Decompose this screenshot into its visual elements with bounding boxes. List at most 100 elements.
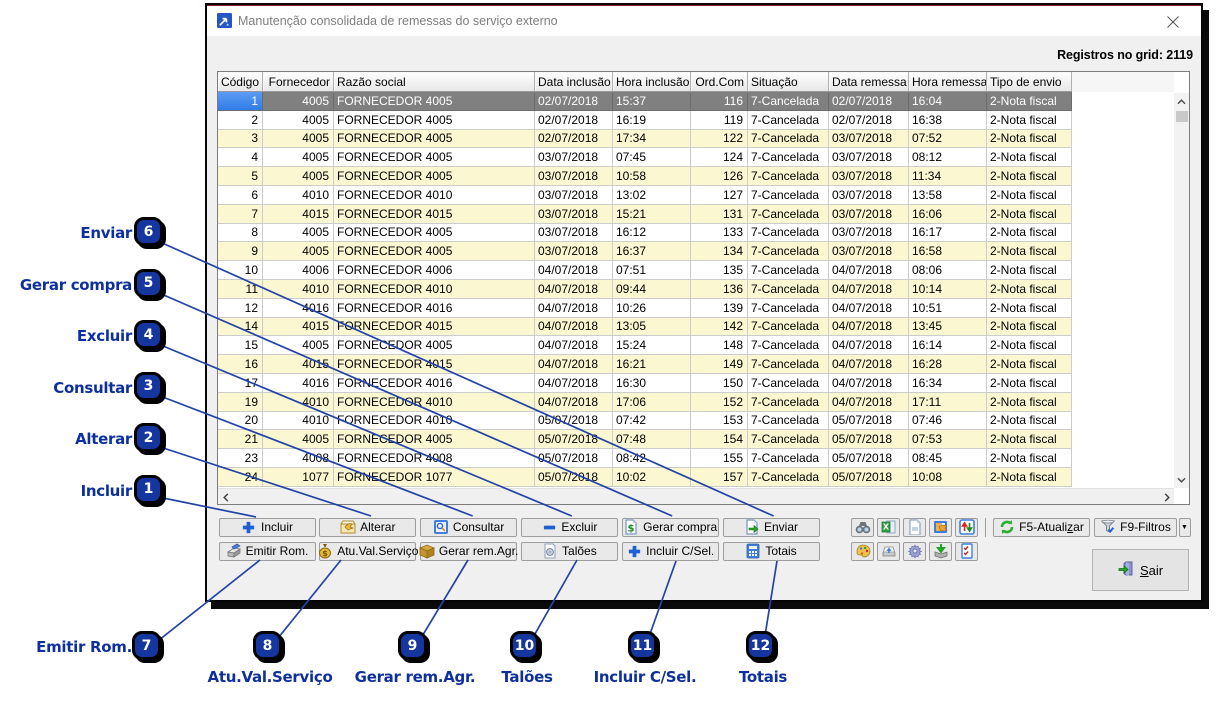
filters-dropdown-button[interactable]: ▼ xyxy=(1179,518,1191,537)
table-row[interactable]: 234008FORNECEDOR 400805/07/201808:421557… xyxy=(218,449,1174,468)
cell: FORNECEDOR 4005 xyxy=(334,92,535,111)
column-header-4[interactable]: Data inclusão xyxy=(535,72,613,92)
cell: 05/07/2018 xyxy=(829,430,909,449)
exit-button[interactable]: Sair xyxy=(1092,549,1189,591)
cell: 2-Nota fiscal xyxy=(987,148,1072,167)
cell: 2-Nota fiscal xyxy=(987,318,1072,337)
toolbar-button-checklist[interactable] xyxy=(955,542,978,561)
button-gerar-compra[interactable]: $Gerar compra xyxy=(622,518,719,537)
button-consultar[interactable]: Consultar xyxy=(420,518,517,537)
toolbar-button-import[interactable] xyxy=(929,542,952,561)
close-button[interactable] xyxy=(1162,11,1184,33)
table-row[interactable]: 24005FORNECEDOR 400502/07/201816:191197-… xyxy=(218,111,1174,130)
button-incluir-c-sel-[interactable]: Incluir C/Sel. xyxy=(622,542,719,561)
toolbar-button-binoculars[interactable] xyxy=(851,518,874,537)
table-row[interactable]: 84005FORNECEDOR 400503/07/201816:121337-… xyxy=(218,224,1174,243)
vertical-scrollbar[interactable] xyxy=(1174,93,1189,488)
records-count-label: Registros no grid: 2119 xyxy=(1057,48,1193,62)
toolbar-button-excel[interactable]: X xyxy=(877,518,900,537)
table-row[interactable]: 241077FORNECEDOR 107705/07/201810:021577… xyxy=(218,468,1174,487)
table-row[interactable]: 104006FORNECEDOR 400604/07/201807:511357… xyxy=(218,261,1174,280)
table-row[interactable]: 74015FORNECEDOR 401503/07/201815:211317-… xyxy=(218,205,1174,224)
cell: 7-Cancelada xyxy=(748,261,829,280)
filters-button[interactable]: F9-Filtros xyxy=(1094,518,1177,537)
table-row[interactable]: 54005FORNECEDOR 400503/07/201810:581267-… xyxy=(218,167,1174,186)
column-header-7[interactable]: Situação xyxy=(748,72,829,92)
table-row[interactable]: 214005FORNECEDOR 400505/07/201807:481547… xyxy=(218,430,1174,449)
cell: 17 xyxy=(218,374,263,393)
moneybag-icon: $ xyxy=(317,543,333,559)
toolbar-button-key[interactable] xyxy=(877,542,900,561)
cell: 126 xyxy=(691,167,748,186)
scroll-up-arrow-icon[interactable] xyxy=(1174,93,1189,110)
button-excluir[interactable]: Excluir xyxy=(521,518,618,537)
page: Manutenção consolidada de remessas do se… xyxy=(0,0,1226,708)
cell: FORNECEDOR 4005 xyxy=(334,130,535,149)
callout-label-2: Alterar xyxy=(75,430,132,448)
toolbar-button-gear[interactable] xyxy=(903,542,926,561)
toolbar-button-page[interactable] xyxy=(903,518,926,537)
table-row[interactable]: 44005FORNECEDOR 400503/07/201807:451247-… xyxy=(218,148,1174,167)
column-header-5[interactable]: Hora inclusão xyxy=(613,72,691,92)
cell: 03/07/2018 xyxy=(829,148,909,167)
cell: FORNECEDOR 4016 xyxy=(334,299,535,318)
table-row[interactable]: 94005FORNECEDOR 400503/07/201816:371347-… xyxy=(218,242,1174,261)
cell: 03/07/2018 xyxy=(535,205,613,224)
scroll-left-arrow-icon[interactable] xyxy=(218,489,233,505)
cell: 2-Nota fiscal xyxy=(987,299,1072,318)
cell: 07:53 xyxy=(909,430,987,449)
toolbar-button-palette[interactable] xyxy=(851,542,874,561)
button-emitir-rom-[interactable]: Emitir Rom. xyxy=(219,542,316,561)
column-header-9[interactable]: Hora remessa xyxy=(909,72,987,92)
cell: 07:52 xyxy=(909,130,987,149)
button-incluir[interactable]: Incluir xyxy=(219,518,316,537)
column-header-2[interactable]: Fornecedor xyxy=(263,72,334,92)
grid-header-row: CódigoFornecedorRazão socialData inclusã… xyxy=(218,72,1174,92)
cell: FORNECEDOR 4005 xyxy=(334,167,535,186)
horizontal-scrollbar[interactable] xyxy=(218,488,1174,504)
button-gerar-rem-agr-[interactable]: Gerar rem.Agr. xyxy=(420,542,517,561)
cell: 4005 xyxy=(263,336,334,355)
table-row[interactable]: 174016FORNECEDOR 401604/07/201816:301507… xyxy=(218,374,1174,393)
table-row[interactable]: 204010FORNECEDOR 401005/07/201807:421537… xyxy=(218,412,1174,431)
cell: 4005 xyxy=(263,167,334,186)
cell: 2-Nota fiscal xyxy=(987,280,1072,299)
table-row[interactable]: 64010FORNECEDOR 401003/07/201813:021277-… xyxy=(218,186,1174,205)
toolbar-button-sort-arrows[interactable] xyxy=(955,518,978,537)
vertical-scroll-thumb[interactable] xyxy=(1176,111,1188,122)
button-tal-es[interactable]: Talões xyxy=(521,542,618,561)
table-row[interactable]: 194010FORNECEDOR 401004/07/201817:061527… xyxy=(218,393,1174,412)
cell: 7-Cancelada xyxy=(748,393,829,412)
cell: 04/07/2018 xyxy=(535,299,613,318)
column-header-6[interactable]: Ord.Com xyxy=(691,72,748,92)
column-header-1[interactable]: Código xyxy=(218,72,263,92)
cell: 07:46 xyxy=(909,412,987,431)
cell: 155 xyxy=(691,449,748,468)
column-header-3[interactable]: Razão social xyxy=(334,72,535,92)
button-label: Alterar xyxy=(360,520,395,534)
cell: 13:58 xyxy=(909,186,987,205)
cell: 16:34 xyxy=(909,374,987,393)
cell: 04/07/2018 xyxy=(535,336,613,355)
table-row[interactable]: 154005FORNECEDOR 400504/07/201815:241487… xyxy=(218,336,1174,355)
cell: 03/07/2018 xyxy=(535,148,613,167)
table-row[interactable]: 114010FORNECEDOR 401004/07/201809:441367… xyxy=(218,280,1174,299)
button-atu-val-servi-o[interactable]: $Atu.Val.Serviço xyxy=(319,542,416,561)
gear-icon xyxy=(907,543,923,559)
table-row[interactable]: 164015FORNECEDOR 401504/07/201816:211497… xyxy=(218,355,1174,374)
button-alterar[interactable]: Alterar xyxy=(319,518,416,537)
refresh-button[interactable]: F5-Atualizar xyxy=(993,518,1090,537)
table-row[interactable]: 34005FORNECEDOR 400502/07/201817:341227-… xyxy=(218,130,1174,149)
scroll-down-arrow-icon[interactable] xyxy=(1174,471,1189,488)
scroll-right-arrow-icon[interactable] xyxy=(1159,489,1174,505)
button-label: Excluir xyxy=(561,520,597,534)
column-header-10[interactable]: Tipo de envio xyxy=(987,72,1072,92)
button-enviar[interactable]: Enviar xyxy=(723,518,820,537)
cell: 2-Nota fiscal xyxy=(987,374,1072,393)
table-row[interactable]: 124016FORNECEDOR 401604/07/201810:261397… xyxy=(218,299,1174,318)
button-totais[interactable]: Totais xyxy=(723,542,820,561)
table-row[interactable]: 14005FORNECEDOR 400502/07/201815:371167-… xyxy=(218,92,1174,111)
toolbar-button-grid-hand[interactable] xyxy=(929,518,952,537)
table-row[interactable]: 144015FORNECEDOR 401504/07/201813:051427… xyxy=(218,318,1174,337)
column-header-8[interactable]: Data remessa xyxy=(829,72,909,92)
